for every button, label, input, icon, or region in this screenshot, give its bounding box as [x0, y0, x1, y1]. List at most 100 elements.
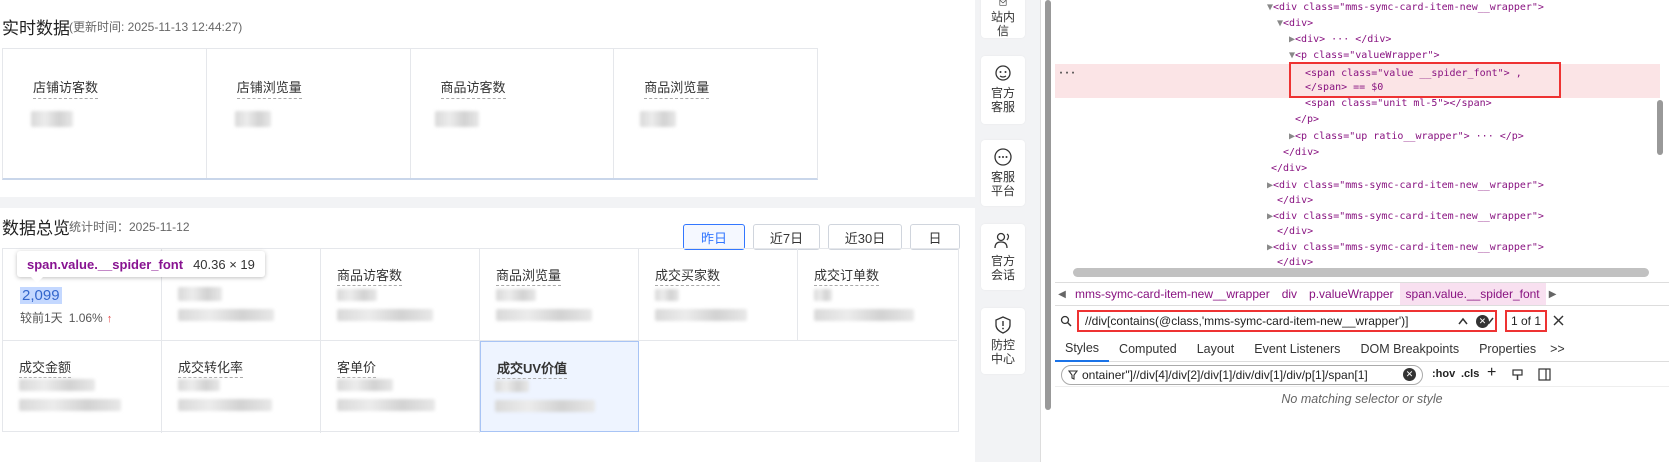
chevron-down-icon[interactable]	[1483, 316, 1495, 326]
close-icon[interactable]	[1553, 315, 1564, 326]
scrollbar-thumb[interactable]	[1657, 100, 1663, 155]
blurred-compare	[337, 309, 433, 321]
dom-node[interactable]: </div>	[1277, 257, 1313, 268]
blurred-value	[434, 111, 479, 127]
page-scrollbar[interactable]	[1040, 0, 1055, 462]
realtime-metric[interactable]: 商品浏览量	[614, 49, 817, 178]
dom-node[interactable]: ▶<p class="up ratio__wrapper"> ··· </p>	[1289, 131, 1524, 142]
overview-metric-selected[interactable]: 成交UV价值	[480, 341, 639, 432]
hov-button[interactable]: :hov	[1432, 368, 1455, 380]
xpath-search-input[interactable]: //div[contains(@class,'mms-symc-card-ite…	[1077, 310, 1497, 332]
overview-metric[interactable]: 客单价	[321, 341, 480, 433]
realtime-updated: (更新时间: 2025-11-13 12:44:27)	[69, 20, 243, 34]
blurred-value	[19, 379, 95, 391]
scrollbar-thumb[interactable]	[1045, 0, 1051, 410]
realtime-title: 实时数据	[2, 19, 70, 38]
dom-node[interactable]: ▼<p class="valueWrapper">	[1289, 50, 1440, 61]
users-icon	[994, 232, 1010, 249]
dom-node[interactable]: ▼<div>	[1277, 18, 1313, 29]
tab-30-days[interactable]: 近30日	[828, 224, 902, 250]
sidebar-label: 官方会话	[990, 254, 1015, 282]
realtime-metric[interactable]: 店铺访客数	[3, 49, 207, 178]
dom-node[interactable]: </div>	[1277, 226, 1313, 237]
blurred-compare	[655, 309, 747, 321]
paint-icon[interactable]	[1511, 368, 1524, 381]
sidebar-label: 客服平台	[990, 170, 1015, 198]
blurred-compare	[178, 399, 272, 411]
tab-yesterday[interactable]: 昨日	[683, 224, 745, 250]
overview-metric[interactable]: 成交订单数	[798, 249, 957, 341]
no-match-message: No matching selector or style	[1281, 392, 1443, 406]
tab-7-days[interactable]: 近7日	[753, 224, 820, 250]
tab-computed[interactable]: Computed	[1109, 337, 1187, 362]
chevron-right-icon[interactable]: ▶	[1546, 289, 1560, 300]
dom-node[interactable]: </p>	[1295, 114, 1319, 125]
blurred-compare	[814, 309, 914, 321]
cls-button[interactable]: .cls	[1461, 368, 1479, 380]
tab-dom-breakpoints[interactable]: DOM Breakpoints	[1350, 337, 1469, 362]
sidebar-item-official-chat[interactable]: 官方会话	[981, 224, 1025, 290]
metric-value: 2,099	[20, 287, 62, 304]
breadcrumb-item[interactable]: p.valueWrapper	[1303, 287, 1400, 301]
breadcrumb-item[interactable]: div	[1276, 287, 1303, 301]
metric-label: 店铺浏览量	[236, 77, 302, 99]
dom-node[interactable]: </div>	[1277, 195, 1313, 206]
overview-metric[interactable]: 成交金额	[3, 341, 162, 433]
sidebar-label: 官方客服	[990, 86, 1015, 114]
dom-node[interactable]: <span class="unit ml-5"></span>	[1305, 98, 1492, 109]
dom-node[interactable]: ▶<div class="mms-symc-card-item-new__wra…	[1267, 180, 1544, 191]
metric-label: 商品浏览量	[644, 77, 710, 99]
add-rule-icon[interactable]: +	[1487, 364, 1496, 382]
row-ellipsis[interactable]: ···	[1058, 68, 1076, 79]
metric-label: 商品访客数	[440, 77, 506, 99]
overview-metric[interactable]: 成交转化率	[162, 341, 321, 433]
horizontal-scrollbar[interactable]	[1073, 268, 1649, 277]
sidebar-item-messages[interactable]: 站内信	[981, 0, 1025, 38]
metric-label: 商品访客数	[337, 265, 403, 286]
sidebar-toggle-icon[interactable]	[1538, 368, 1551, 381]
tab-layout[interactable]: Layout	[1187, 337, 1245, 362]
seller-dashboard: 实时数据 (更新时间: 2025-11-13 12:44:27) 店铺访客数 店…	[0, 0, 1040, 462]
dom-node[interactable]: ▶<div class="mms-symc-card-item-new__wra…	[1267, 211, 1544, 222]
sidebar-item-cs-platform[interactable]: 客服平台	[981, 140, 1025, 206]
chevron-up-icon[interactable]	[1457, 316, 1469, 326]
metric-compare: 较前1天 1.06% ↑	[20, 309, 112, 326]
search-query: //div[contains(@class,'mms-symc-card-ite…	[1085, 314, 1409, 328]
tab-day[interactable]: 日	[910, 224, 960, 250]
realtime-metric[interactable]: 店铺浏览量	[207, 49, 411, 178]
sidebar-item-risk-center[interactable]: 防控中心	[981, 308, 1025, 374]
blurred-value	[178, 379, 220, 391]
blurred-value	[234, 111, 271, 127]
filter-text: ontainer"]//div[4]/div[2]/div[1]/div/div…	[1082, 368, 1368, 382]
dom-node[interactable]: </div>	[1271, 163, 1307, 174]
blurred-compare	[337, 399, 435, 411]
styles-filter-input[interactable]: ontainer"]//div[4]/div[2]/div[1]/div/div…	[1061, 365, 1423, 385]
dom-node[interactable]: ▶<div class="mms-symc-card-item-new__wra…	[1267, 242, 1544, 253]
tab-event-listeners[interactable]: Event Listeners	[1244, 337, 1350, 362]
metric-label: 成交金额	[19, 357, 72, 378]
metric-label: 客单价	[337, 357, 377, 378]
tab-styles[interactable]: Styles	[1055, 337, 1110, 362]
sidebar-label: 防控中心	[990, 338, 1015, 366]
breadcrumb-item-active[interactable]: span.value.__spider_font	[1399, 283, 1546, 305]
blurred-compare	[19, 399, 121, 411]
blurred-compare	[496, 309, 592, 321]
blurred-value	[337, 379, 393, 391]
overview-metric[interactable]: 商品访客数	[321, 249, 480, 341]
vertical-scrollbar[interactable]	[1653, 0, 1665, 282]
chevron-left-icon[interactable]: ◀	[1055, 289, 1069, 300]
dom-node[interactable]: </div>	[1283, 147, 1319, 158]
dom-node[interactable]: ▶<div> ··· </div>	[1289, 34, 1391, 45]
breadcrumb-item[interactable]: mms-symc-card-item-new__wrapper	[1069, 287, 1276, 301]
overview-metric[interactable]: 商品浏览量	[480, 249, 639, 341]
realtime-metric[interactable]: 商品访客数	[411, 49, 615, 178]
tab-properties[interactable]: Properties	[1469, 337, 1546, 362]
chat-bubble-icon	[994, 148, 1012, 166]
clear-icon[interactable]: ✕	[1403, 368, 1416, 381]
sidebar-item-official-service[interactable]: 官方客服	[981, 56, 1025, 124]
dom-node[interactable]: ▼<div class="mms-symc-card-item-new__wra…	[1267, 2, 1544, 13]
overview-metric[interactable]: 成交买家数	[639, 249, 798, 341]
filter-icon	[1068, 370, 1078, 380]
more-tabs-button[interactable]: >>	[1546, 337, 1569, 362]
blurred-compare	[178, 309, 274, 321]
